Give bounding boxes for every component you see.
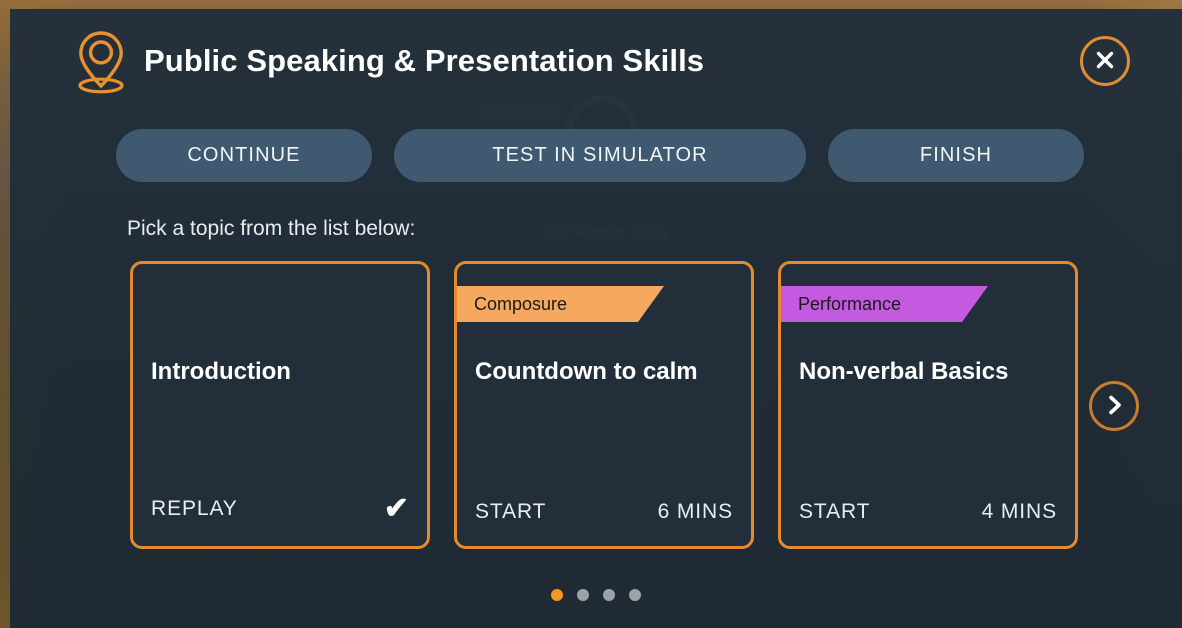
topic-list-modal: Confidence rating Public Speaking & Pres… [10, 9, 1182, 628]
topic-card-footer: REPLAY ✔ [151, 494, 409, 524]
topic-card-title: Introduction [151, 358, 291, 385]
test-in-simulator-button[interactable]: TEST IN SIMULATOR [394, 129, 806, 182]
chevron-right-icon [1102, 393, 1126, 420]
topic-card-action-label[interactable]: START [799, 500, 870, 524]
modal-header: Public Speaking & Presentation Skills [10, 9, 1182, 113]
topic-card-footer: START 6 MINS [475, 500, 733, 524]
topic-card-duration: 6 MINS [657, 500, 733, 523]
topic-card-title: Countdown to calm [475, 358, 698, 385]
pagination-dot[interactable] [551, 589, 563, 601]
action-button-row: CONTINUE TEST IN SIMULATOR FINISH [116, 129, 1084, 182]
next-page-button[interactable] [1089, 381, 1139, 431]
topic-card-title: Non-verbal Basics [799, 358, 1009, 385]
location-pin-icon [72, 28, 130, 94]
pagination-dot[interactable] [603, 589, 615, 601]
topic-card-action-label[interactable]: REPLAY [151, 497, 238, 521]
pagination-dot[interactable] [629, 589, 641, 601]
list-prompt: Pick a topic from the list below: [127, 217, 416, 240]
topic-card-duration: 4 MINS [981, 500, 1057, 523]
background-ghost-confidence-rating: Confidence rating [546, 223, 667, 240]
topic-card-category-ribbon: Performance [780, 286, 988, 322]
page-title: Public Speaking & Presentation Skills [144, 43, 705, 78]
topic-card-action-label[interactable]: START [475, 500, 546, 524]
close-button[interactable] [1080, 36, 1130, 86]
continue-button[interactable]: CONTINUE [116, 129, 372, 182]
close-icon [1093, 48, 1117, 75]
checkmark-icon: ✔ [383, 492, 409, 525]
topic-card-list: Introduction REPLAY ✔ Composure Countdow… [130, 261, 1078, 549]
pagination-dot[interactable] [577, 589, 589, 601]
screen: Confidence rating Public Speaking & Pres… [0, 0, 1182, 628]
topic-card-category-ribbon: Composure [456, 286, 664, 322]
topic-card[interactable]: Composure Countdown to calm START 6 MINS [454, 261, 754, 549]
pagination-dots [10, 589, 1182, 601]
topic-card-footer: START 4 MINS [799, 500, 1057, 524]
topic-card[interactable]: Performance Non-verbal Basics START 4 MI… [778, 261, 1078, 549]
finish-button[interactable]: FINISH [828, 129, 1084, 182]
topic-card[interactable]: Introduction REPLAY ✔ [130, 261, 430, 549]
